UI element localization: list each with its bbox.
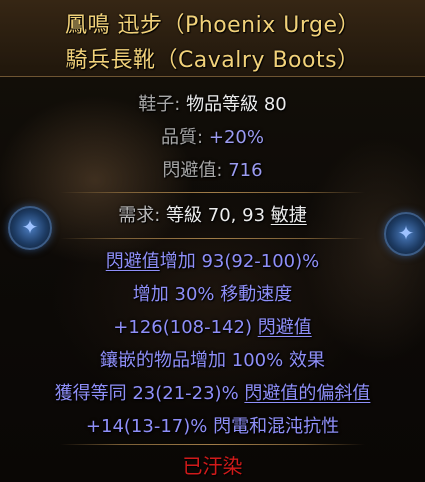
evasion-label: 閃避值:	[162, 160, 223, 181]
separator	[60, 444, 365, 445]
mod-line: 增加 30% 移動速度	[132, 284, 293, 305]
item-class-line: 鞋子: 物品等級 80	[0, 90, 425, 116]
separator	[60, 192, 365, 193]
mod-line: +14(13-17)% 閃電和混沌抗性	[85, 416, 340, 437]
requirements-line: 需求: 等級 70, 93 敏捷	[0, 201, 425, 227]
quality-value: +20%	[208, 127, 264, 148]
mod-line: 鑲嵌的物品增加 100% 效果	[100, 350, 325, 371]
item-level-label: 物品等級	[186, 94, 259, 115]
item-level-value: 80	[263, 94, 287, 115]
quality-label: 品質:	[161, 127, 204, 148]
mod-line: 獲得等同 23(21-23)% 閃避值的偏斜值	[54, 383, 371, 404]
requirements-label: 需求:	[118, 205, 161, 226]
item-name: 鳳鳴 迅步（Phoenix Urge）	[64, 13, 361, 38]
mod-line: 閃避值增加 93(92-100)%	[105, 251, 320, 272]
item-header: 鳳鳴 迅步（Phoenix Urge） 騎兵長靴（Cavalry Boots）	[0, 0, 425, 77]
requirement-level-label: 等級	[166, 205, 203, 226]
evasion-value: 716	[228, 160, 263, 181]
quality-line: 品質: +20%	[0, 123, 425, 149]
item-class-label: 鞋子:	[138, 94, 181, 115]
requirement-level-value: 70, 93	[207, 205, 266, 226]
requirement-stat[interactable]: 敏捷	[271, 205, 307, 226]
keyword-deflection[interactable]: 閃避值的偏斜值	[244, 383, 370, 404]
corrupted-status: 已汙染	[182, 454, 243, 478]
keyword-evasion[interactable]: 閃避值	[106, 251, 160, 272]
item-base-type: 騎兵長靴（Cavalry Boots）	[65, 48, 360, 73]
separator	[60, 238, 365, 239]
evasion-line: 閃避值: 716	[0, 156, 425, 182]
mod-line: +126(108-142) 閃避值	[113, 317, 312, 338]
keyword-evasion[interactable]: 閃避值	[258, 317, 312, 338]
